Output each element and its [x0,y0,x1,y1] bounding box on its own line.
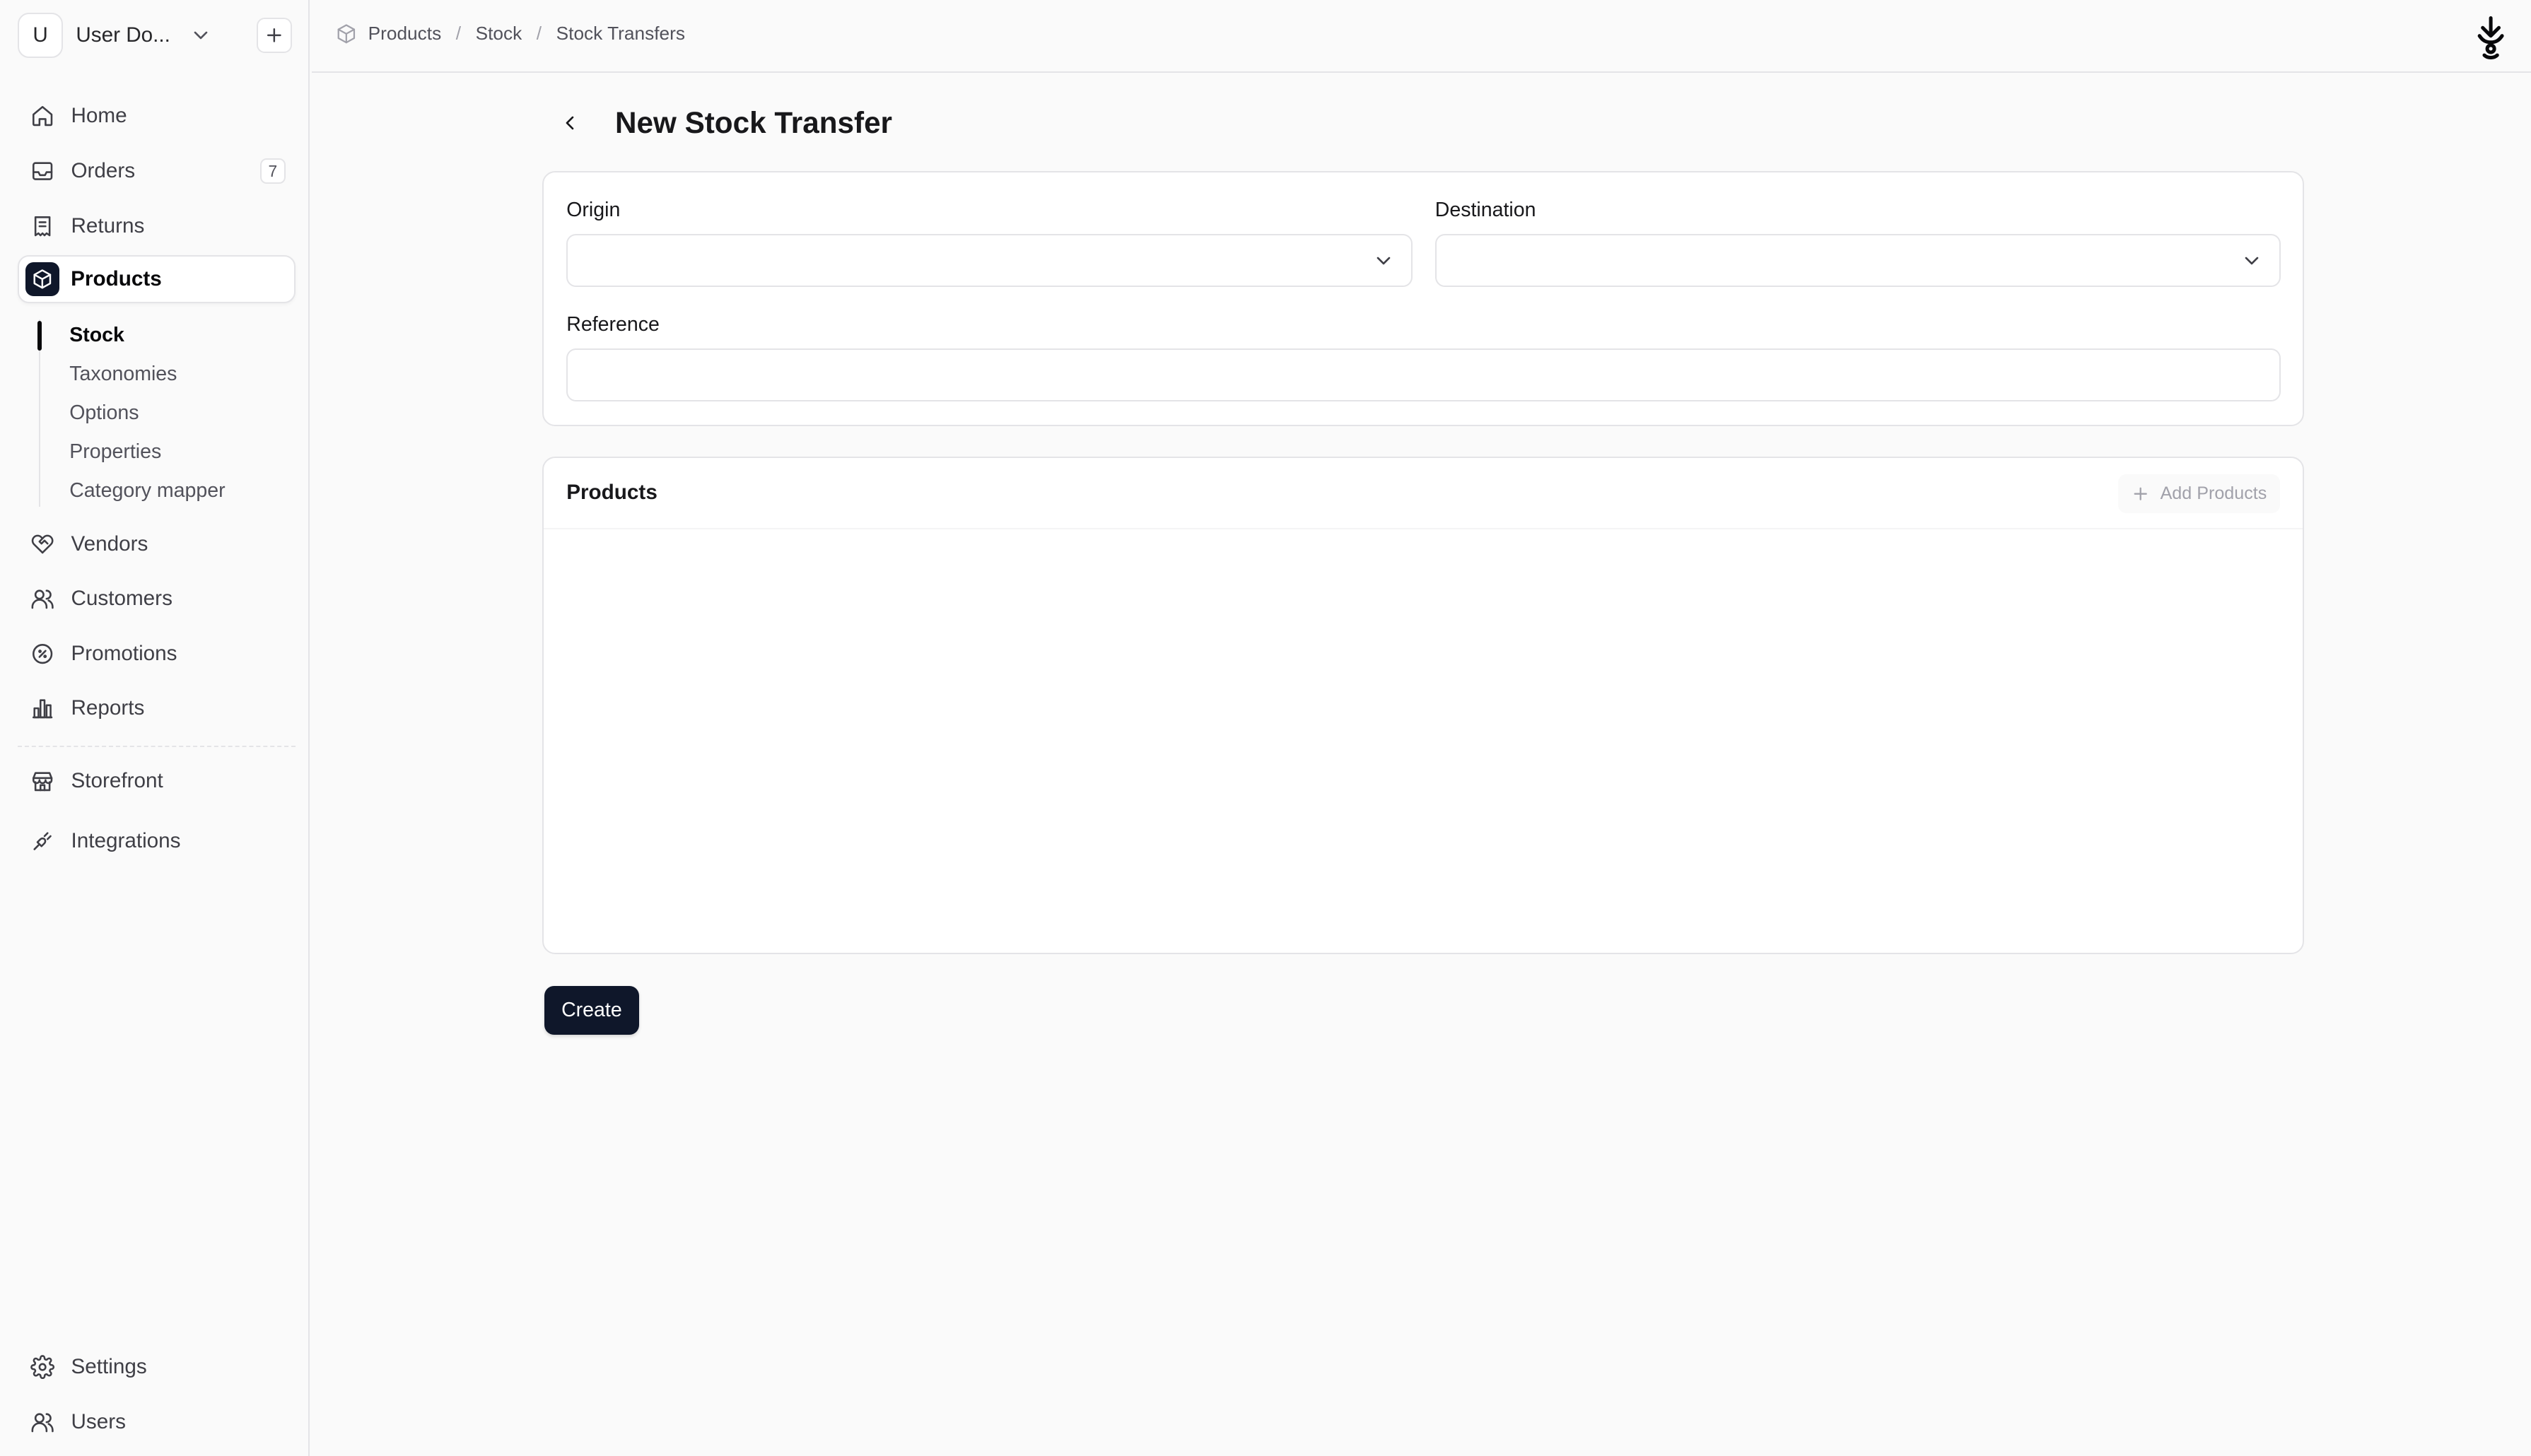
products-card: Products Add Products [542,457,2304,954]
subnav-taxonomies[interactable]: Taxonomies [69,360,177,389]
nav-products[interactable]: Products [18,254,296,304]
nav-label: Products [71,267,162,291]
nav-label: Integrations [71,828,181,852]
chevron-down-icon [2245,257,2259,265]
plus-icon [2134,487,2148,500]
chevron-left-icon [566,116,574,129]
nav-divider [18,745,296,747]
top-bar: Products / Stock / Stock Transfers [311,0,2531,73]
destination-label: Destination [1434,198,1536,221]
nav-label: Settings [71,1355,147,1379]
nav-storefront[interactable]: Storefront [18,757,296,806]
gear-icon [30,1355,55,1380]
nav-integrations[interactable]: Integrations [18,816,296,865]
create-button[interactable]: Create [544,986,640,1035]
plug-icon [33,831,52,850]
nav-promotions[interactable]: Promotions [18,630,296,679]
transfer-details-card: Origin Destination Reference [542,171,2304,426]
nav-label: Promotions [71,641,177,665]
store-icon [33,772,53,792]
add-products-label: Add Products [2160,483,2267,503]
page-header: New Stock Transfer [552,100,892,146]
reference-field[interactable] [566,348,2281,402]
breadcrumb-products[interactable]: Products [368,23,442,45]
nav-label: Returns [71,213,145,237]
products-card-title: Products [566,481,657,505]
products-card-header: Products Add Products [544,458,2303,529]
nav-label: Vendors [71,532,148,556]
subnav-category-mapper[interactable]: Category mapper [69,476,225,505]
breadcrumb-separator: / [455,22,462,44]
page-title: New Stock Transfer [615,105,892,139]
nav-orders[interactable]: Orders 7 [18,147,296,196]
breadcrumb: Products / Stock / Stock Transfers [336,23,685,45]
destination-select[interactable] [1434,233,2281,288]
breadcrumb-separator: / [536,22,542,44]
nav-label: Home [71,104,127,128]
orders-count-badge: 7 [259,158,286,184]
origin-label: Origin [566,198,621,221]
bar-chart-icon [33,699,53,719]
reference-input[interactable] [568,349,2280,401]
nav-home[interactable]: Home [18,92,296,141]
nav-label: Users [71,1409,126,1433]
nav-label: Orders [71,159,136,183]
add-products-button[interactable]: Add Products [2118,474,2280,513]
sidebar: U User Do... Home Orders 7 Returns Produ… [0,0,310,1456]
percent-icon [33,643,53,664]
inbox-icon [33,162,53,180]
nav-returns[interactable]: Returns [18,201,296,250]
store-switcher[interactable]: U User Do... [18,13,228,59]
nav-settings[interactable]: Settings [18,1343,296,1392]
nav-customers[interactable]: Customers [18,575,296,623]
chevron-down-icon [194,31,208,40]
handshake-icon [32,535,54,554]
nav-label: Reports [71,696,145,720]
brand-logo-icon[interactable] [2473,15,2508,60]
origin-select[interactable] [566,233,1413,288]
store-name: User Do... [76,23,170,47]
nav-label: Customers [71,587,173,611]
receipt-icon [35,216,51,236]
plus-icon [267,28,282,43]
store-avatar: U [18,13,64,59]
add-button[interactable] [257,18,293,54]
home-icon [33,106,53,127]
nav-users[interactable]: Users [18,1398,296,1447]
subnav-active-indicator [37,321,42,351]
chevron-down-icon [1376,257,1391,265]
nav-reports[interactable]: Reports [18,684,296,733]
subnav-stock[interactable]: Stock [69,321,124,350]
nav-label: Storefront [71,769,163,793]
box-icon [337,23,356,43]
users-icon [31,1413,54,1432]
box-icon [25,262,60,296]
reference-label: Reference [566,312,660,336]
back-button[interactable] [552,100,588,146]
subnav-options[interactable]: Options [69,399,139,428]
users-icon [31,589,54,609]
breadcrumb-stock[interactable]: Stock [476,23,522,45]
breadcrumb-stock-transfers[interactable]: Stock Transfers [556,23,685,45]
nav-vendors[interactable]: Vendors [18,519,296,568]
subnav-properties[interactable]: Properties [69,438,161,466]
